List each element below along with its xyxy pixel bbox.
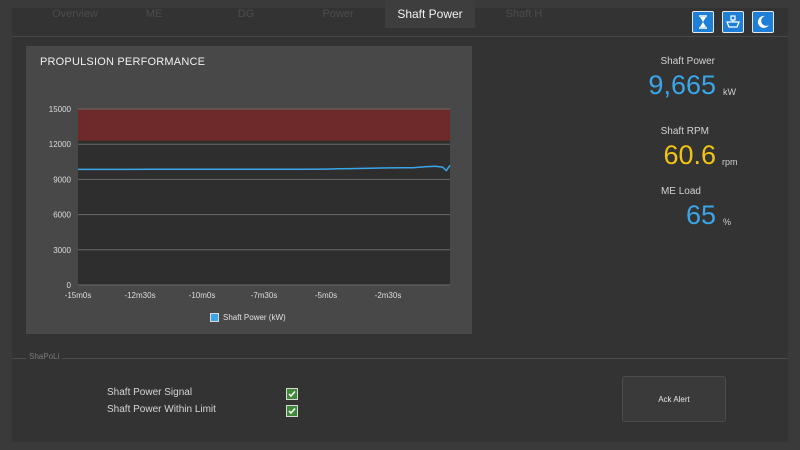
x-tick-label: -7m30s	[251, 291, 278, 300]
checkmark-icon	[288, 408, 296, 415]
x-tick-label: -5m0s	[315, 291, 337, 300]
y-tick-label: 3000	[53, 246, 71, 255]
shaft-power-label: Shaft Power	[660, 56, 715, 67]
shaft-rpm-unit: rpm	[722, 157, 738, 167]
shaft-power-within-limit-checkbox[interactable]	[286, 405, 298, 417]
moon-icon	[757, 15, 769, 28]
y-tick-label: 9000	[53, 175, 71, 184]
y-tick-label: 6000	[53, 211, 71, 220]
chart-legend[interactable]: Shaft Power (kW)	[210, 313, 286, 325]
hourglass-icon	[699, 15, 707, 29]
y-tick-label: 15000	[49, 105, 72, 114]
tab-dg[interactable]: DG	[222, 0, 270, 28]
night-mode-button[interactable]	[752, 11, 774, 33]
x-tick-label: -2m30s	[375, 291, 402, 300]
tab-me[interactable]: ME	[130, 0, 178, 28]
section-label: ShaPoLi	[26, 352, 63, 361]
legend-swatch	[210, 313, 219, 323]
tab-overview[interactable]: Overview	[40, 0, 110, 28]
shaft-rpm-label: Shaft RPM	[660, 126, 709, 137]
section-divider	[12, 358, 788, 359]
hourglass-button[interactable]	[692, 11, 714, 33]
x-tick-label: -15m0s	[65, 291, 92, 300]
checkmark-icon	[288, 391, 296, 398]
propulsion-chart-panel: PROPULSION PERFORMANCE 15000 12000 9000 600…	[26, 46, 472, 334]
shaft-power-within-limit-label: Shaft Power Within Limit	[107, 404, 216, 415]
x-tick-label: -12m30s	[124, 291, 155, 300]
shaft-power-signal-checkbox[interactable]	[286, 388, 298, 400]
propulsion-chart: 15000 12000 9000 6000 3000 0-15m0s -12m30s -10m…	[49, 105, 451, 300]
ack-alert-button[interactable]: Ack Alert	[622, 376, 726, 422]
me-load-value: 65	[685, 200, 716, 230]
tab-power[interactable]: Power	[310, 0, 366, 28]
tab-divider	[12, 36, 788, 37]
ship-icon	[726, 15, 740, 28]
alarm-band	[78, 109, 450, 141]
me-load-label: ME Load	[660, 186, 701, 197]
y-tick-label: 12000	[49, 140, 72, 149]
shaft-power-unit: kW	[723, 87, 736, 97]
y-tick-label: 0	[67, 281, 72, 290]
ship-button[interactable]	[722, 11, 744, 33]
x-tick-label: -10m0s	[189, 291, 216, 300]
shaft-power-value: 9,665	[648, 70, 716, 100]
tab-shaft-h[interactable]: Shaft H	[496, 0, 552, 28]
shaft-rpm-value: 60.6	[663, 140, 716, 170]
me-load-unit: %	[723, 217, 732, 227]
tab-shaft-power[interactable]: Shaft Power	[385, 0, 475, 28]
shaft-power-signal-label: Shaft Power Signal	[107, 387, 193, 398]
legend-label: Shaft Power (kW)	[223, 313, 286, 322]
